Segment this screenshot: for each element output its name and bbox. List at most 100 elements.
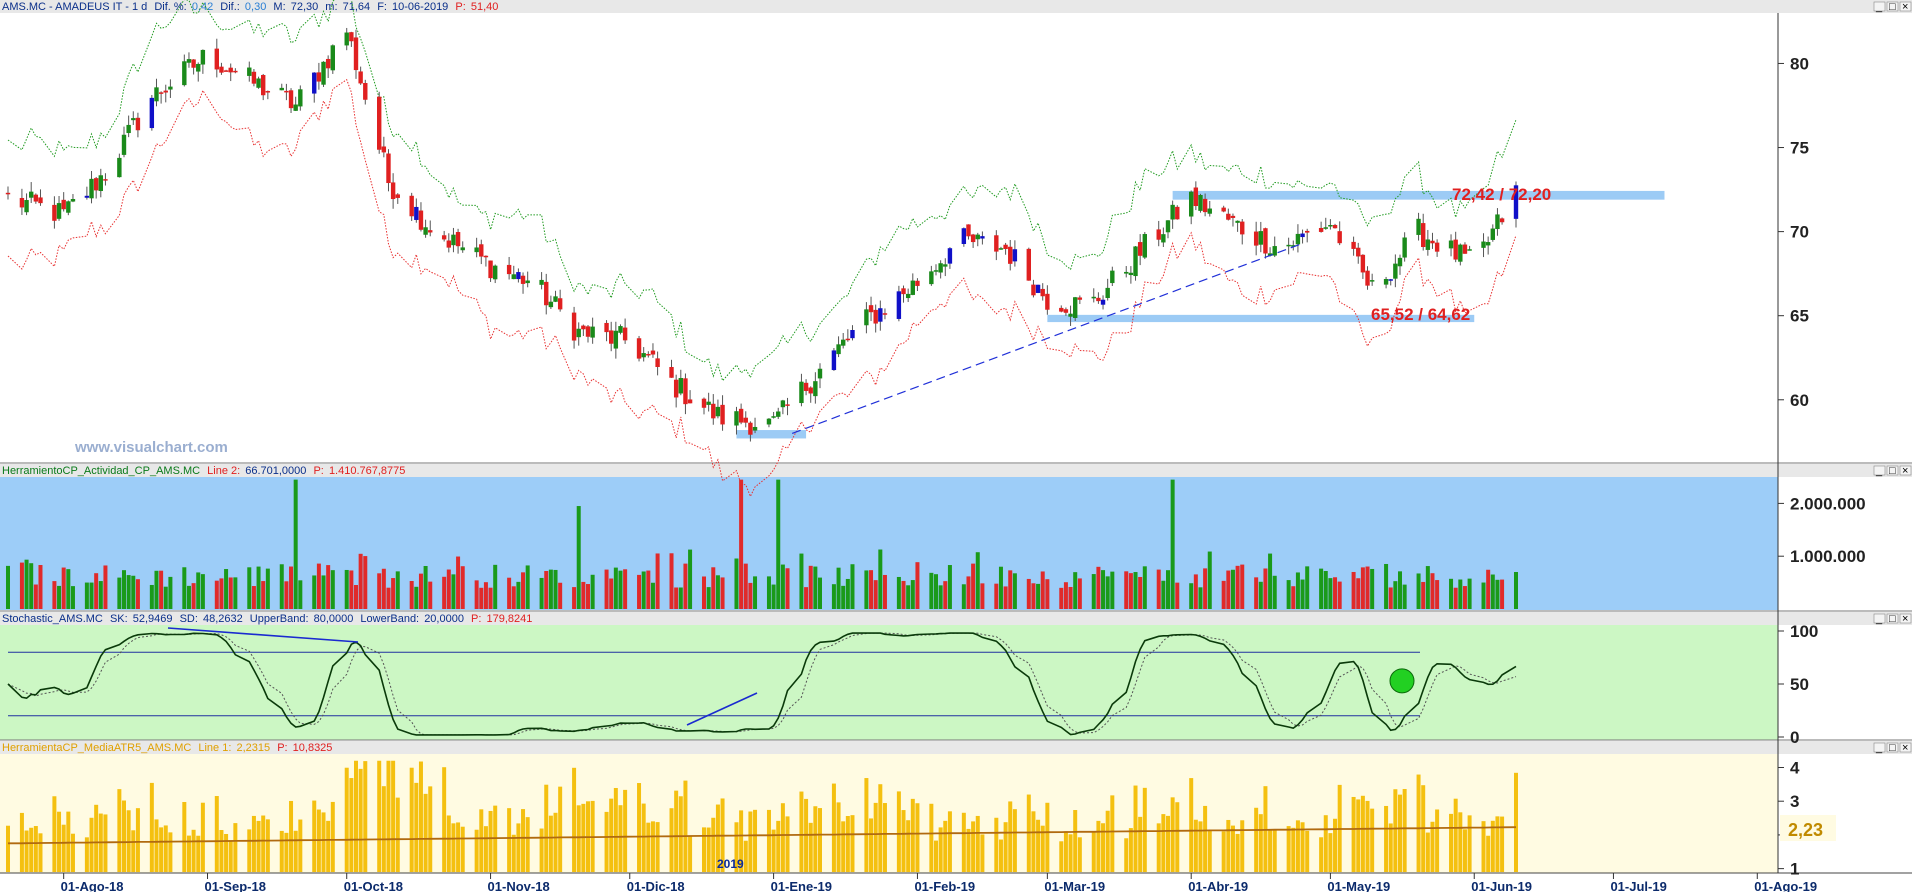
activity-bar	[149, 584, 154, 609]
atr-bar	[915, 803, 920, 872]
activity-bar	[1337, 581, 1342, 609]
candle-body	[474, 247, 479, 253]
price-tick-label: 60	[1790, 391, 1809, 410]
activity-bar	[6, 565, 10, 609]
atr-bar	[1328, 833, 1333, 872]
candle-body	[233, 70, 238, 73]
atr-bar	[1096, 820, 1101, 872]
activity-bar	[590, 574, 595, 609]
atr-bar	[418, 761, 423, 872]
candle-body	[135, 117, 141, 131]
activity-bar	[929, 572, 934, 609]
atr-bar	[289, 800, 294, 872]
activity-bar	[1453, 587, 1458, 609]
atr-bar	[539, 828, 544, 872]
price-tick-label: 65	[1790, 307, 1809, 326]
activity-bar	[586, 584, 590, 609]
candle-body	[70, 199, 76, 202]
stochastic-header: Stochastic_AMS.MC SK: 52,9469 SD: 48,263…	[2, 613, 532, 625]
activity-bar	[1295, 572, 1300, 609]
activity-bar	[1490, 574, 1495, 609]
candle-body	[868, 305, 874, 313]
atr-bar	[1138, 816, 1143, 872]
atr-bar	[845, 816, 850, 872]
activity-bar	[734, 558, 739, 609]
atr-bar	[168, 832, 173, 872]
activity-bar	[1096, 566, 1101, 609]
candle-body	[1230, 215, 1236, 218]
activity-bar	[66, 569, 71, 609]
atr-tick-label: 4	[1790, 758, 1800, 777]
candle-body	[52, 204, 57, 221]
atr-bar	[191, 829, 196, 872]
activity-bar	[395, 571, 400, 609]
activity-bar	[1416, 573, 1421, 609]
atr-bar	[910, 798, 915, 872]
activity-bar	[428, 581, 433, 609]
activity-bar	[312, 575, 317, 609]
activity-bar	[766, 576, 771, 609]
atr-bar	[650, 821, 655, 872]
atr-bar	[479, 809, 484, 872]
candle-body	[1063, 309, 1069, 313]
atr-bar	[377, 760, 382, 872]
candle-body	[585, 326, 591, 337]
atr-bar	[1045, 802, 1050, 872]
candle-body	[460, 247, 465, 251]
atr-bar	[572, 767, 577, 872]
atr-bar	[1226, 819, 1231, 872]
atr-bar	[1230, 825, 1235, 872]
activity-bar	[613, 567, 618, 609]
activity-bar	[1142, 566, 1147, 609]
activity-bar	[553, 569, 558, 609]
candle-body	[103, 179, 108, 181]
activity-bar	[228, 577, 233, 609]
activity-bar	[1133, 572, 1138, 609]
price-tick-label: 70	[1790, 223, 1809, 242]
activity-bar	[683, 563, 688, 609]
window-button-label: ×	[1902, 742, 1908, 754]
activity-bar	[456, 556, 461, 609]
atr-bar	[521, 809, 526, 872]
atr-bar	[1175, 802, 1180, 872]
activity-bar	[326, 565, 331, 609]
atr-bar	[971, 821, 976, 872]
activity-bar	[103, 565, 108, 609]
candle-body	[933, 270, 939, 272]
atr-bar	[1036, 819, 1041, 872]
activity-bar	[38, 565, 43, 609]
activity-bar	[906, 585, 911, 609]
atr-bar	[358, 768, 363, 872]
activity-bar	[1458, 579, 1463, 609]
activity-bar	[873, 580, 878, 609]
candle-body	[279, 87, 284, 91]
candle-body	[191, 59, 196, 68]
activity-bar	[539, 577, 544, 609]
candle-body	[1383, 279, 1389, 285]
activity-bar	[98, 581, 103, 609]
activity-bar	[841, 585, 846, 609]
candle-body	[1091, 296, 1096, 299]
atr-last-value: 2,23	[1788, 820, 1823, 840]
activity-bar	[1040, 571, 1045, 609]
activity-bar	[808, 565, 813, 609]
activity-bar	[1425, 566, 1430, 609]
activity-bar	[460, 566, 465, 609]
atr-bar	[126, 810, 131, 872]
activity-tick-label: 2.000.000	[1790, 494, 1866, 513]
activity-bar	[219, 578, 224, 609]
candle-body	[1026, 248, 1031, 281]
candle-body	[1360, 254, 1366, 273]
activity-bar	[998, 566, 1003, 609]
candle-body	[1221, 207, 1226, 212]
activity-bar	[785, 568, 790, 609]
atr-bar	[1235, 833, 1240, 872]
watermark: www.visualchart.com	[74, 439, 228, 456]
activity-bar	[780, 564, 785, 609]
atr-bar	[706, 827, 711, 872]
candle-body	[1105, 287, 1110, 299]
candle-body	[1295, 233, 1301, 245]
candle-body	[1035, 284, 1041, 293]
candle-body	[803, 382, 809, 391]
candle-body	[330, 45, 335, 71]
